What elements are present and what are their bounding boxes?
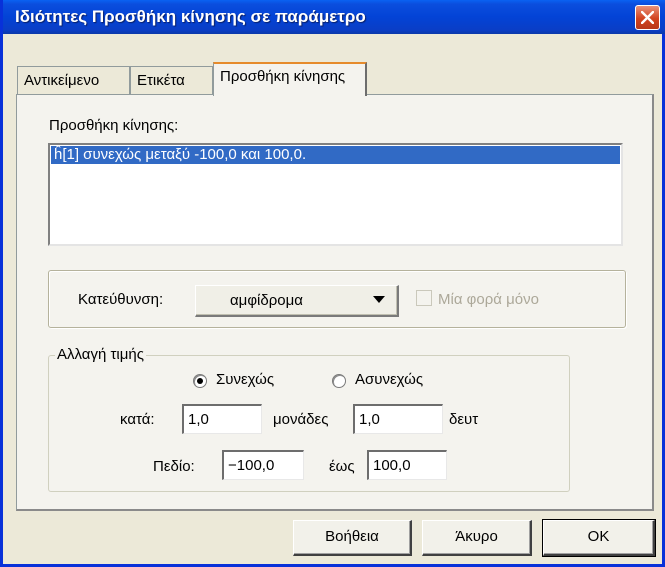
cancel-button[interactable]: Άκυρο bbox=[422, 520, 532, 556]
to-label: έως bbox=[329, 458, 355, 475]
once-only-checkbox[interactable] bbox=[416, 290, 432, 306]
seconds-label: δευτ bbox=[449, 411, 479, 428]
domain-from-input[interactable]: −100,0 bbox=[222, 450, 304, 480]
once-only-label: Μία φορά μόνο bbox=[438, 291, 539, 308]
radio-selected-dot bbox=[197, 378, 203, 384]
tab-object[interactable]: Αντικείμενο bbox=[17, 66, 130, 94]
properties-dialog: Ιδιότητες Προσθήκη κίνησης σε παράμετρο … bbox=[0, 0, 665, 567]
step-input[interactable]: 1,0 bbox=[182, 404, 262, 434]
direction-select[interactable]: αμφίδρομα bbox=[195, 285, 399, 317]
domain-to-input[interactable]: 100,0 bbox=[367, 450, 447, 480]
tab-label-label: Ετικέτα bbox=[137, 72, 185, 89]
value-change-legend: Αλλαγή τιμής bbox=[55, 346, 146, 363]
close-button[interactable] bbox=[635, 5, 660, 30]
continuous-radio[interactable] bbox=[193, 374, 207, 388]
units-label: μονάδες bbox=[273, 411, 329, 428]
seconds-input[interactable]: 1,0 bbox=[353, 404, 443, 434]
help-button[interactable]: Βοήθεια bbox=[293, 520, 412, 556]
discrete-label: Ασυνεχώς bbox=[355, 371, 424, 388]
close-icon bbox=[641, 11, 654, 24]
discrete-radio[interactable] bbox=[332, 374, 346, 388]
list-item[interactable]: ĥ[1] συνεχώς μεταξύ -100,0 και 100,0. bbox=[51, 146, 620, 164]
tab-label[interactable]: Ετικέτα bbox=[130, 66, 213, 94]
tab-add-motion-label: Προσθήκη κίνησης bbox=[220, 68, 346, 85]
chevron-down-icon bbox=[373, 296, 385, 303]
motion-list-label: Προσθήκη κίνησης: bbox=[49, 117, 179, 134]
tab-object-label: Αντικείμενο bbox=[24, 72, 100, 89]
tab-add-motion[interactable]: Προσθήκη κίνησης bbox=[213, 62, 367, 96]
direction-label: Κατεύθυνση: bbox=[78, 291, 164, 308]
motion-listbox[interactable]: ĥ[1] συνεχώς μεταξύ -100,0 και 100,0. bbox=[48, 143, 623, 246]
direction-select-value: αμφίδρομα bbox=[230, 292, 303, 309]
by-label: κατά: bbox=[120, 411, 155, 428]
continuous-label: Συνεχώς bbox=[216, 371, 275, 388]
ok-button[interactable]: OK bbox=[542, 519, 656, 557]
title-bar[interactable]: Ιδιότητες Προσθήκη κίνησης σε παράμετρο bbox=[3, 0, 665, 34]
domain-label: Πεδίο: bbox=[153, 458, 195, 475]
window-title: Ιδιότητες Προσθήκη κίνησης σε παράμετρο bbox=[15, 7, 366, 26]
